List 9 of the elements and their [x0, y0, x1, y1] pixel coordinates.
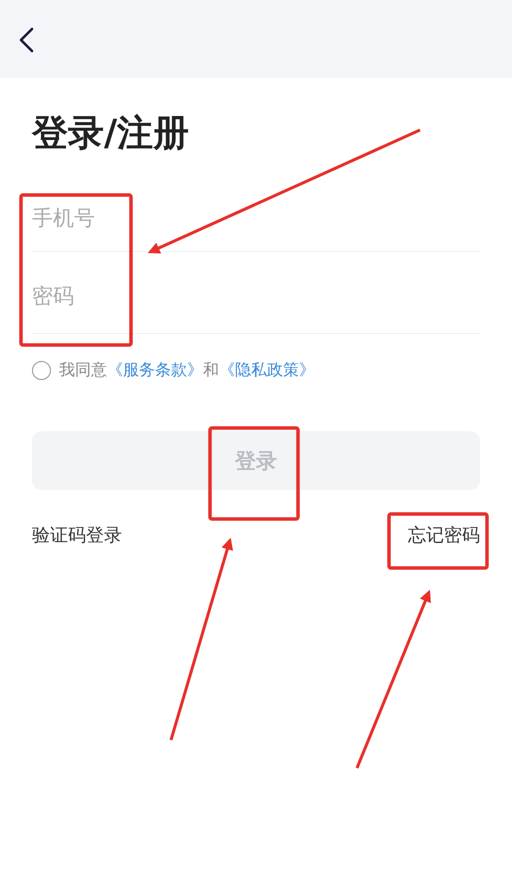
policy-link[interactable]: 《隐私政策》 — [219, 360, 315, 379]
text-link[interactable]: 忘记密码 — [408, 523, 480, 547]
policy-link[interactable]: 《服务条款》 — [107, 360, 203, 379]
input-field[interactable]: 手机号 — [32, 206, 124, 230]
input-field[interactable]: 密码 — [32, 284, 124, 308]
agreement-text: 我同意《服务条款》和《隐私政策》 — [59, 360, 315, 381]
page-title: 登录/注册 — [32, 112, 190, 156]
agree-radio[interactable] — [32, 361, 51, 380]
text-link[interactable]: 验证码登录 — [32, 523, 122, 547]
